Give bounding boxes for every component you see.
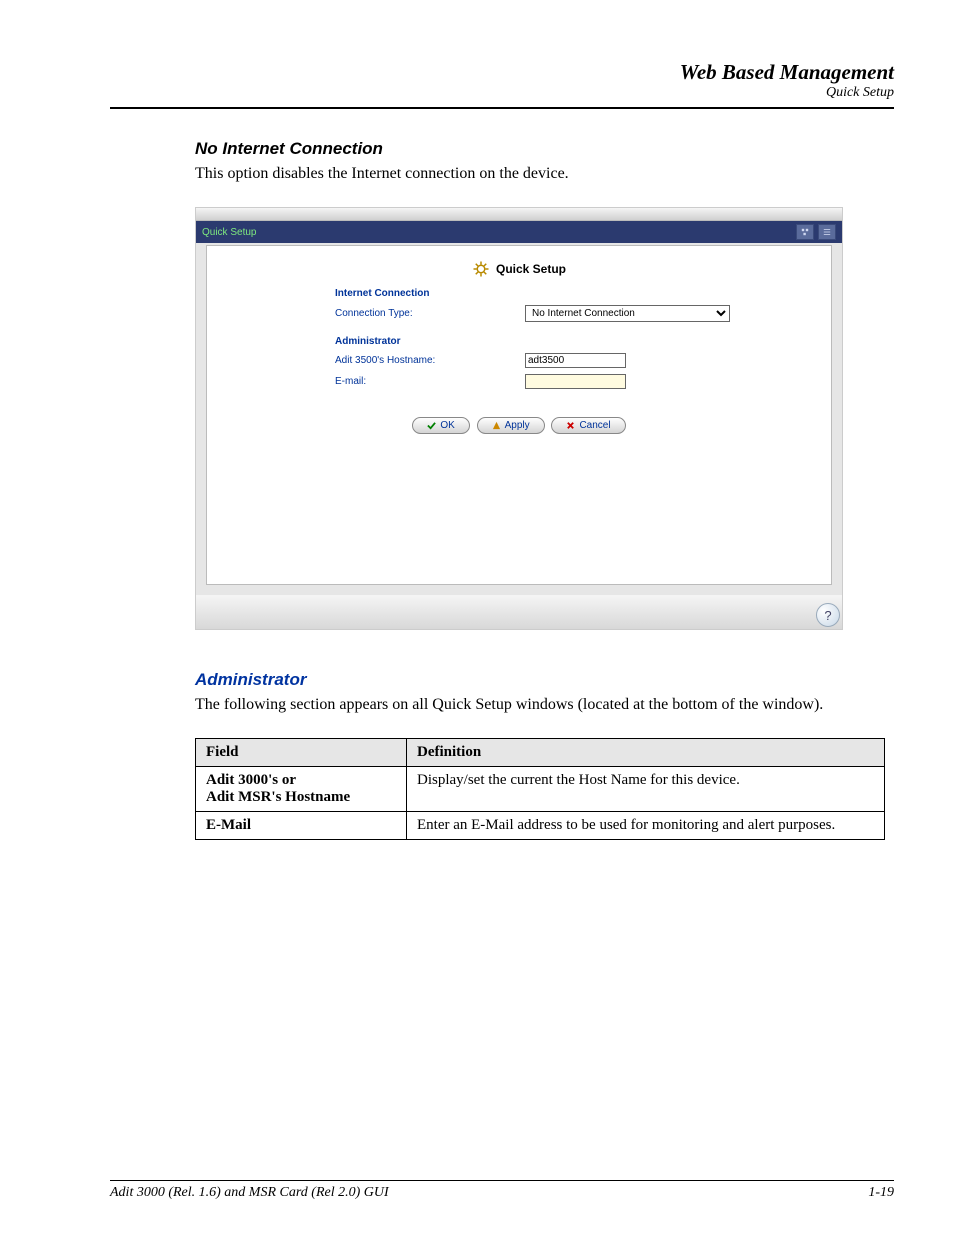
field-name: Adit 3000's orAdit MSR's Hostname — [196, 767, 407, 812]
page-footer: Adit 3000 (Rel. 1.6) and MSR Card (Rel 2… — [110, 1180, 894, 1201]
section-heading-administrator: Administrator — [195, 670, 894, 690]
help-icon[interactable]: ? — [816, 603, 840, 627]
section-heading-no-internet: No Internet Connection — [195, 139, 894, 159]
table-row: Adit 3000's orAdit MSR's Hostname Displa… — [196, 767, 885, 812]
active-tab[interactable]: Quick Setup — [202, 227, 256, 238]
field-name: E-Mail — [196, 812, 407, 840]
field-def: Display/set the current the Host Name fo… — [407, 767, 885, 812]
doc-subtitle: Quick Setup — [110, 85, 894, 101]
footer-right: 1-19 — [868, 1185, 894, 1201]
doc-header: Web Based Management Quick Setup — [110, 60, 894, 109]
panel-title-text: Quick Setup — [496, 262, 566, 276]
field-def: Enter an E-Mail address to be used for m… — [407, 812, 885, 840]
internet-section-label: Internet Connection — [335, 288, 813, 299]
apply-label: Apply — [505, 420, 530, 431]
connection-type-label: Connection Type: — [335, 308, 525, 319]
admin-section-label: Administrator — [335, 336, 813, 347]
cancel-icon — [566, 421, 575, 430]
email-input[interactable] — [525, 374, 626, 389]
hostname-label: Adit 3500's Hostname: — [335, 355, 525, 366]
email-label: E-mail: — [335, 376, 525, 387]
cancel-button[interactable]: Cancel — [551, 417, 625, 434]
connection-type-select[interactable]: No Internet Connection — [525, 305, 730, 322]
table-header-definition: Definition — [407, 739, 885, 767]
section-text: This option disables the Internet connec… — [195, 165, 894, 183]
definition-table: Field Definition Adit 3000's orAdit MSR'… — [195, 738, 885, 840]
cancel-label: Cancel — [579, 420, 610, 431]
admin-section-text: The following section appears on all Qui… — [195, 696, 894, 714]
table-header-field: Field — [196, 739, 407, 767]
footer-left: Adit 3000 (Rel. 1.6) and MSR Card (Rel 2… — [110, 1185, 389, 1201]
gear-icon — [472, 260, 490, 278]
apply-icon — [492, 421, 501, 430]
apply-button[interactable]: Apply — [477, 417, 545, 434]
panel-title: Quick Setup — [225, 260, 813, 278]
ok-button[interactable]: OK — [412, 417, 469, 434]
check-icon — [427, 421, 436, 430]
table-row: E-Mail Enter an E-Mail address to be use… — [196, 812, 885, 840]
list-view-icon[interactable] — [818, 224, 836, 240]
hostname-input[interactable] — [525, 353, 626, 368]
screenshot-figure: Quick Setup Quick Setup Internet Connect… — [195, 207, 843, 630]
doc-title: Web Based Management — [110, 60, 894, 85]
tree-view-icon[interactable] — [796, 224, 814, 240]
window-tab-bar: Quick Setup — [196, 221, 842, 243]
ok-label: OK — [440, 420, 454, 431]
